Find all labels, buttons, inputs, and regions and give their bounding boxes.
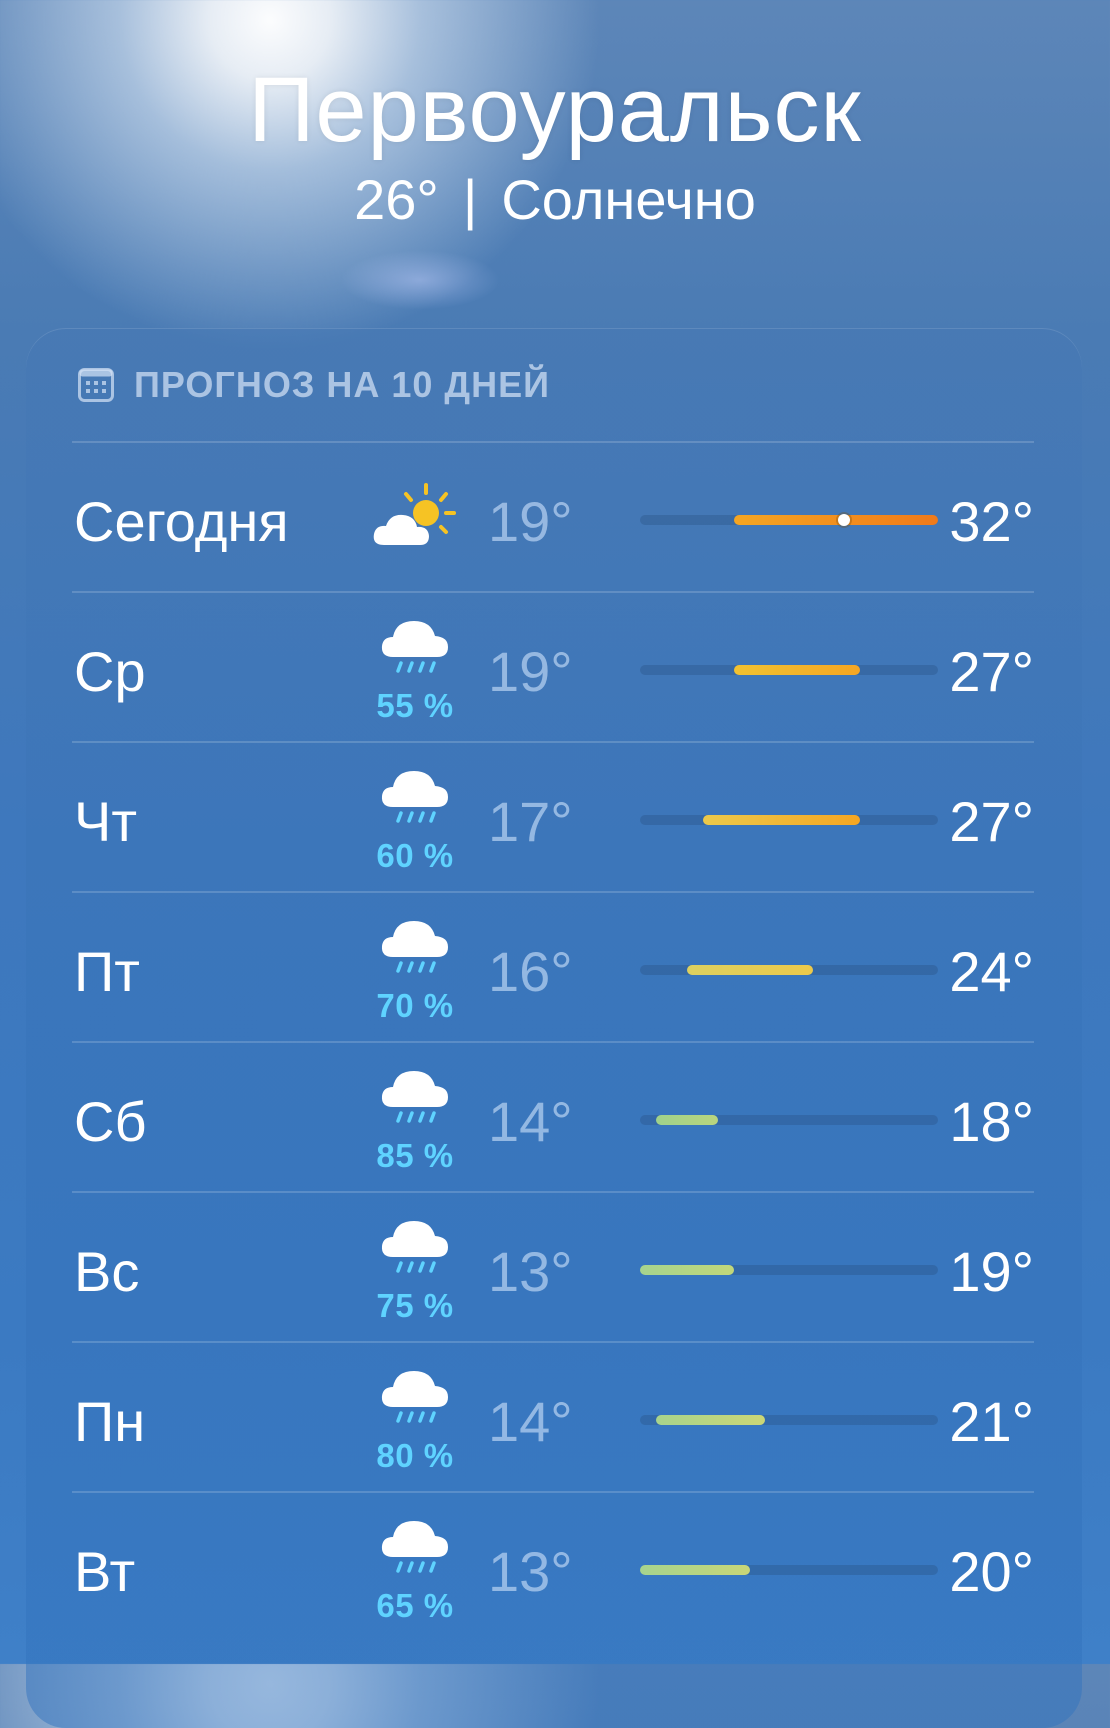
forecast-row[interactable]: Вт 65 % 13° 20° (72, 1491, 1034, 1641)
high-temperature: 19° (949, 1240, 1034, 1303)
day-label: Пн (74, 1390, 146, 1453)
summary-separator: | (462, 168, 478, 231)
precipitation-chance: 65 % (376, 1587, 454, 1624)
forecast-row[interactable]: Пт 70 % 16° 24° (72, 891, 1034, 1041)
precipitation-chance: 75 % (376, 1287, 454, 1324)
temperature-range-bar (640, 1565, 938, 1575)
city-name: Первоуральск (248, 59, 862, 161)
location-header: Первоуральск 26° | Солнечно (0, 55, 1110, 235)
low-temperature: 14° (488, 1390, 573, 1453)
rain-icon: 70 % (360, 915, 470, 1025)
rain-cloud-icon (381, 621, 448, 673)
low-temperature: 16° (488, 940, 573, 1003)
low-temperature: 13° (488, 1540, 573, 1603)
temperature-range-fill (640, 1565, 750, 1575)
partly-sunny-icon (373, 483, 456, 545)
temperature-range-fill (655, 1415, 766, 1425)
rain-icon: 80 % (360, 1365, 470, 1475)
temperature-range-fill (734, 665, 860, 675)
temperature-range-bar (640, 1115, 938, 1125)
rain-icon: 60 % (360, 765, 470, 875)
temperature-range-bar (640, 1415, 938, 1425)
precipitation-chance: 60 % (376, 837, 454, 874)
high-temperature: 32° (949, 490, 1034, 553)
forecast-rows: Сегодня 19° 32° Ср 55 % 19° 27° Чт 60 % 17° 27° Пт 7… (72, 441, 1034, 1641)
temperature-range-bar (640, 1265, 938, 1275)
current-summary: 26° | Солнечно (0, 165, 1110, 235)
low-temperature: 13° (488, 1240, 573, 1303)
temperature-range-fill (640, 1265, 735, 1275)
rain-cloud-icon (381, 1221, 448, 1273)
high-temperature: 27° (949, 640, 1034, 703)
rain-icon: 75 % (360, 1215, 470, 1325)
day-label: Ср (74, 640, 146, 703)
current-temp-dot (837, 514, 850, 526)
current-temperature: 26° (354, 168, 439, 231)
low-temperature: 14° (488, 1090, 573, 1153)
partly-sunny-icon (360, 465, 470, 575)
rain-cloud-icon (381, 921, 448, 973)
forecast-card-header: ПРОГНОЗ НА 10 ДНЕЙ (78, 360, 550, 410)
low-temperature: 17° (488, 790, 573, 853)
forecast-row[interactable]: Пн 80 % 14° 21° (72, 1341, 1034, 1491)
forecast-row[interactable]: Чт 60 % 17° 27° (72, 741, 1034, 891)
calendar-icon (78, 368, 114, 402)
day-label: Чт (74, 790, 137, 853)
day-label: Вс (74, 1240, 140, 1303)
high-temperature: 24° (949, 940, 1034, 1003)
sun-glare (340, 250, 500, 310)
low-temperature: 19° (488, 490, 573, 553)
rain-cloud-icon (381, 1071, 448, 1123)
temperature-range-bar (640, 665, 938, 675)
high-temperature: 21° (949, 1390, 1034, 1453)
temperature-range-bar (640, 815, 938, 825)
high-temperature: 20° (949, 1540, 1034, 1603)
temperature-range-fill (702, 815, 860, 825)
day-label: Сб (74, 1090, 147, 1153)
rain-icon: 65 % (360, 1515, 470, 1625)
precipitation-chance: 80 % (376, 1437, 454, 1474)
rain-cloud-icon (381, 1371, 448, 1423)
precipitation-chance: 55 % (376, 687, 454, 724)
rain-icon: 55 % (360, 615, 470, 725)
temperature-range-fill (687, 965, 813, 975)
precipitation-chance: 85 % (376, 1137, 454, 1174)
day-label: Вт (74, 1540, 136, 1603)
rain-cloud-icon (381, 1521, 448, 1573)
current-condition: Солнечно (501, 168, 756, 231)
temperature-range-bar (640, 965, 938, 975)
precipitation-chance: 70 % (376, 987, 454, 1024)
forecast-row[interactable]: Ср 55 % 19° 27° (72, 591, 1034, 741)
high-temperature: 27° (949, 790, 1034, 853)
forecast-title: ПРОГНОЗ НА 10 ДНЕЙ (134, 364, 550, 405)
rain-cloud-icon (381, 771, 448, 823)
ten-day-forecast-card[interactable]: ПРОГНОЗ НА 10 ДНЕЙ Сегодня 19° 32° Ср 55 % 19… (26, 328, 1082, 1728)
temperature-range-fill (655, 1115, 719, 1125)
high-temperature: 18° (949, 1090, 1034, 1153)
day-label: Сегодня (74, 490, 289, 553)
day-label: Пт (74, 940, 140, 1003)
forecast-row[interactable]: Вс 75 % 13° 19° (72, 1191, 1034, 1341)
temperature-range-bar (640, 514, 938, 526)
low-temperature: 19° (488, 640, 573, 703)
rain-icon: 85 % (360, 1065, 470, 1175)
temperature-range-fill (734, 514, 938, 526)
forecast-row[interactable]: Сб 85 % 14° 18° (72, 1041, 1034, 1191)
forecast-row[interactable]: Сегодня 19° 32° (72, 441, 1034, 591)
